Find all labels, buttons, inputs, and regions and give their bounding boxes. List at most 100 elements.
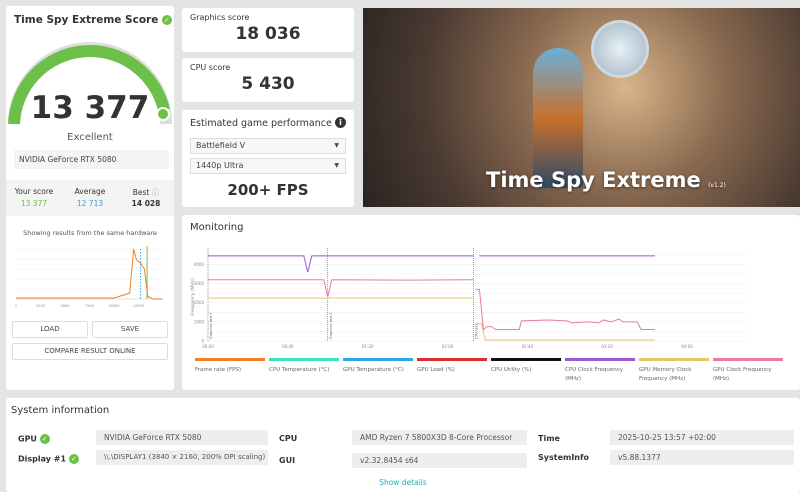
score-histogram: 0 2500 5000 7500 10000 12500	[15, 246, 163, 308]
score-compare: Your score 13 377 Average 12 713 Best ⓘ …	[6, 180, 174, 216]
series-line	[208, 278, 474, 298]
legend-label: GPU Memory Clock Frequency (MHz)	[639, 367, 692, 382]
hero-title: Time Spy Extreme (v1.2)	[486, 168, 726, 192]
legend-swatch	[269, 358, 339, 361]
benchmark-hero-image: Time Spy Extreme (v1.2)	[363, 8, 800, 207]
legend-label: CPU Clock Frequency (MHz)	[565, 367, 624, 382]
x-tick-label: 01:20	[362, 344, 374, 349]
game-select-value: Battlefield V	[196, 141, 246, 150]
score-rating: Excellent	[67, 132, 113, 143]
time-value: 2025-10-25 13:57 +02:00	[610, 430, 794, 445]
score-title: Time Spy Extreme Score ✓	[14, 14, 172, 26]
best-label: Best ⓘ	[118, 187, 174, 198]
gpu-label: GPU ✓	[18, 434, 50, 444]
y-tick-label: 1000	[194, 319, 205, 324]
info-icon[interactable]: i	[335, 117, 346, 128]
series-line	[475, 323, 656, 341]
test-marker-label: Graphics test 1	[209, 312, 213, 339]
gui-value: v2.32.8454 s64	[352, 453, 527, 468]
x-tick-label: 00:00	[202, 344, 214, 349]
score-card: Time Spy Extreme Score ✓ 13 377 Excellen…	[6, 6, 174, 390]
your-score-value: 13 377	[20, 199, 48, 208]
preset-select-value: 1440p Ultra	[196, 161, 244, 170]
game-select[interactable]: Battlefield V ▼	[190, 138, 346, 154]
legend-label: CPU Temperature (°C)	[269, 367, 330, 373]
legend-item[interactable]: GPU Clock Frequency (MHz)	[713, 358, 783, 384]
gui-label: GUI	[279, 456, 296, 465]
save-button[interactable]: SAVE	[92, 321, 168, 338]
series-line	[475, 288, 656, 331]
display-value: \\.\DISPLAY1 (3840 × 2160, 200% DPI scal…	[96, 450, 268, 465]
verified-check-icon: ✓	[68, 454, 79, 464]
preset-select[interactable]: 1440p Ultra ▼	[190, 158, 346, 174]
legend-swatch	[195, 358, 265, 361]
series-line	[208, 255, 474, 273]
gpu-name: NVIDIA GeForce RTX 5080	[14, 150, 169, 169]
cpu-score-card: CPU score 5 430	[182, 58, 354, 102]
x-tick-label: 04:00	[681, 344, 693, 349]
hist-tick-label: 7500	[85, 304, 94, 308]
display-label: Display #1 ✓	[18, 454, 79, 464]
hist-tick-label: 5000	[61, 304, 70, 308]
legend-label: Frame rate (FPS)	[195, 367, 242, 373]
cpu-value: AMD Ryzen 7 5800X3D 8-Core Processor	[352, 430, 527, 445]
chevron-down-icon: ▼	[334, 142, 339, 149]
average-label: Average	[74, 187, 106, 196]
legend-item[interactable]: GPU Temperature (°C)	[343, 358, 413, 375]
time-label: Time	[538, 434, 560, 443]
info-icon[interactable]: ⓘ	[152, 188, 160, 197]
cpu-label: CPU	[279, 434, 298, 443]
legend-swatch	[713, 358, 783, 361]
legend-label: GPU Clock Frequency (MHz)	[713, 367, 772, 382]
legend-item[interactable]: GPU Load (%)	[417, 358, 487, 375]
x-tick-label: 02:40	[522, 344, 534, 349]
systeminfo-value: v5.88.1377	[610, 450, 794, 465]
legend-label: GPU Load (%)	[417, 367, 455, 373]
y-tick-label: 0	[201, 339, 204, 344]
x-tick-label: 00:40	[282, 344, 294, 349]
test-marker-label: CPU test	[474, 323, 478, 339]
your-score-label: Your score	[14, 187, 54, 196]
hist-tick-label: 0	[15, 304, 17, 308]
chevron-down-icon: ▼	[334, 162, 339, 169]
best-label-text: Best	[132, 188, 150, 197]
best-value: 14 028	[131, 199, 161, 208]
estimate-title: Estimated game performance	[190, 118, 332, 129]
graphics-score-value: 18 036	[235, 24, 301, 44]
x-tick-label: 02:00	[442, 344, 454, 349]
show-details-link[interactable]: Show details	[6, 478, 800, 487]
score-title-text: Time Spy Extreme Score	[14, 14, 159, 26]
legend-item[interactable]: CPU Clock Frequency (MHz)	[565, 358, 635, 384]
cpu-score-value: 5 430	[241, 74, 295, 94]
legend-item[interactable]: Frame rate (FPS)	[195, 358, 265, 375]
compare-online-button[interactable]: COMPARE RESULT ONLINE	[12, 343, 168, 360]
legend-swatch	[565, 358, 635, 361]
legend-label: GPU Temperature (°C)	[343, 367, 404, 373]
legend-item[interactable]: GPU Memory Clock Frequency (MHz)	[639, 358, 709, 384]
average-value: 12 713	[76, 199, 104, 208]
system-info-title: System information	[11, 405, 110, 416]
graphics-score-card: Graphics score 18 036	[182, 8, 354, 52]
monitoring-chart: 0100020003000400000:00 00:40 01:20 02:00 02:…	[190, 248, 747, 349]
display-label-text: Display #1	[18, 454, 67, 464]
legend-swatch	[491, 358, 561, 361]
hist-tick-label: 2500	[36, 304, 45, 308]
game-estimate-card: Estimated game performance i Battlefield…	[182, 110, 354, 207]
verified-check-icon: ✓	[39, 434, 50, 444]
legend-swatch	[343, 358, 413, 361]
legend-swatch	[417, 358, 487, 361]
y-tick-label: 4000	[194, 262, 205, 267]
graphics-score-label: Graphics score	[190, 13, 250, 22]
y-axis-label: Frequency (MHz)	[190, 278, 196, 316]
hero-version: (v1.2)	[708, 182, 726, 189]
load-button[interactable]: LOAD	[12, 321, 88, 338]
histogram-title: Showing results from the same hardware	[23, 229, 157, 237]
verified-check-icon: ✓	[162, 15, 172, 25]
legend-item[interactable]: CPU Temperature (°C)	[269, 358, 339, 375]
fps-estimate: 200+ FPS	[227, 181, 309, 199]
x-tick-label: 03:20	[601, 344, 613, 349]
hist-tick-label: 12500	[133, 304, 144, 308]
legend-item[interactable]: CPU Utility (%)	[491, 358, 561, 375]
test-marker-label: Graphics test 2	[329, 312, 333, 339]
systeminfo-label: SystemInfo	[538, 453, 589, 462]
